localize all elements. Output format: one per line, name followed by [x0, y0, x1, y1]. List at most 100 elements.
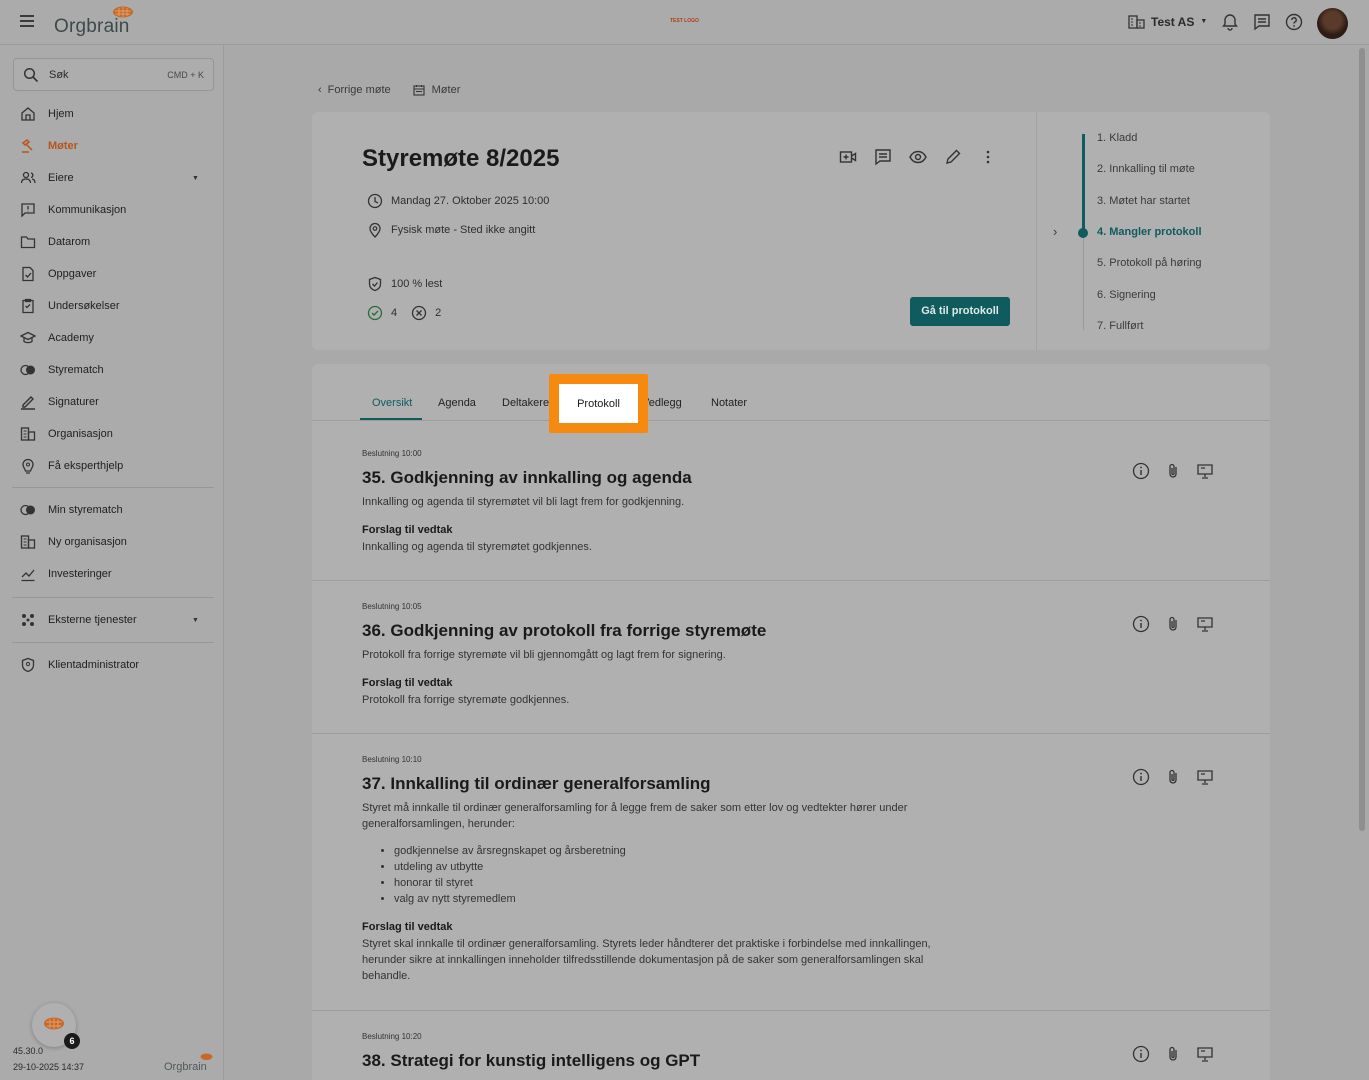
step-innkalling: 2. Innkalling til møte: [1097, 163, 1195, 175]
presentation-icon[interactable]: [1196, 462, 1214, 480]
tab-protokoll[interactable]: Protokoll: [559, 384, 638, 423]
attachment-icon[interactable]: [1164, 768, 1182, 786]
tab-agenda[interactable]: Agenda: [438, 397, 476, 409]
search-box[interactable]: Søk CMD + K: [13, 58, 214, 91]
declined-count: 2: [435, 307, 442, 319]
goto-protocol-button[interactable]: Gå til protokoll: [910, 297, 1010, 326]
search-icon: [23, 67, 39, 83]
nav-item-eksterne-tjenester[interactable]: Eksterne tjenester ▼: [20, 610, 199, 630]
menu-icon[interactable]: [20, 15, 34, 27]
apps-icon: [22, 614, 34, 626]
info-icon[interactable]: [1132, 462, 1150, 480]
attachment-icon[interactable]: [1164, 615, 1182, 633]
step-horing: 5. Protokoll på høring: [1097, 257, 1202, 269]
edit-icon[interactable]: [944, 148, 962, 166]
sidebar-divider: [12, 597, 214, 598]
nav-item-klientadministrator[interactable]: Klientadministrator: [20, 655, 139, 675]
nav-item-undersokelser[interactable]: Undersøkelser: [20, 296, 120, 316]
presentation-icon[interactable]: [1196, 768, 1214, 786]
match-icon: [20, 364, 35, 376]
list-item: valg av nytt styremedlem: [394, 891, 626, 907]
attendance-row: 4 2: [367, 305, 441, 321]
chart-icon: [21, 569, 35, 582]
presentation-icon[interactable]: [1196, 1045, 1214, 1063]
assistant-button[interactable]: 6: [32, 1003, 80, 1049]
orgbrain-logo[interactable]: Orgbrain: [54, 6, 133, 38]
step-mangler-protokoll: 4. Mangler protokoll: [1097, 226, 1202, 238]
nav-item-moter[interactable]: Møter: [20, 136, 78, 156]
help-icon[interactable]: [1285, 13, 1303, 31]
gavel-icon: [21, 139, 33, 153]
eye-icon[interactable]: [909, 148, 927, 166]
info-icon[interactable]: [1132, 615, 1150, 633]
shield-check-icon: [368, 276, 382, 292]
item-title[interactable]: 38. Strategi for kunstig intelligens og …: [362, 1051, 700, 1071]
organization-switcher[interactable]: Test AS ▼: [1128, 14, 1207, 29]
app-version: 45.30.0: [13, 1046, 44, 1056]
item-title[interactable]: 36. Godkjenning av protokoll fra forrige…: [362, 621, 766, 641]
survey-icon: [22, 298, 34, 314]
organization-name: Test AS: [1151, 14, 1195, 29]
progress-line: [1082, 134, 1085, 232]
meetings-link[interactable]: Møter: [432, 84, 461, 96]
nav-item-oppgaver[interactable]: Oppgaver: [20, 264, 96, 284]
chat-icon[interactable]: [1253, 13, 1271, 31]
meeting-actions: [839, 148, 997, 166]
cancel-circle-icon: [411, 305, 427, 321]
breadcrumb: ‹ Forrige møte Møter: [318, 84, 460, 96]
previous-meeting-link[interactable]: Forrige møte: [328, 84, 391, 96]
nav-item-academy[interactable]: Academy: [20, 328, 94, 348]
tab-notater[interactable]: Notater: [711, 397, 747, 409]
nav-item-datarom[interactable]: Datarom: [20, 232, 90, 252]
search-shortcut: CMD + K: [167, 70, 204, 80]
item-description: Protokoll fra forrige styremøte vil bli …: [362, 649, 726, 661]
meeting-title: Styremøte 8/2025: [362, 145, 560, 172]
item-time: Beslutning 10:05: [362, 602, 422, 611]
tab-oversikt[interactable]: Oversikt: [372, 397, 412, 409]
meeting-location-row: Fysisk møte - Sted ikke angitt: [367, 222, 535, 238]
building-icon: [1128, 15, 1145, 29]
tab-deltakere[interactable]: Deltakere: [502, 397, 549, 409]
task-icon: [22, 266, 34, 282]
proposal-label: Forslag til vedtak: [362, 921, 453, 933]
step-signering: 6. Signering: [1097, 289, 1156, 301]
attachment-icon[interactable]: [1164, 1045, 1182, 1063]
item-description: Innkalling og agenda til styremøtet vil …: [362, 496, 685, 508]
nav-item-investeringer[interactable]: Investeringer: [20, 564, 112, 584]
nav-item-hjem[interactable]: Hjem: [20, 104, 74, 124]
nav-item-signaturer[interactable]: Signaturer: [20, 392, 99, 412]
more-vertical-icon[interactable]: [979, 148, 997, 166]
location-pin-icon: [369, 222, 381, 238]
item-actions: [1132, 462, 1214, 480]
nav-item-styrematch[interactable]: Styrematch: [20, 360, 104, 380]
attachment-icon[interactable]: [1164, 462, 1182, 480]
nav-item-kommunikasjon[interactable]: Kommunikasjon: [20, 200, 126, 220]
nav-item-eksperthjelp[interactable]: Få eksperthjelp: [20, 456, 123, 476]
match-icon: [20, 504, 35, 516]
progress-line-remaining: [1083, 232, 1084, 330]
nav-item-ny-organisasjon[interactable]: Ny organisasjon: [20, 532, 127, 552]
step-kladd: 1. Kladd: [1097, 132, 1138, 144]
calendar-icon: [413, 85, 425, 96]
info-icon[interactable]: [1132, 1045, 1150, 1063]
item-title[interactable]: 35. Godkjenning av innkalling og agenda: [362, 468, 692, 488]
bell-icon[interactable]: [1221, 13, 1239, 31]
item-title[interactable]: 37. Innkalling til ordinær generalforsam…: [362, 774, 711, 794]
sidebar: Søk CMD + K Hjem Møter Eiere ▼ Kommunika…: [0, 45, 224, 1080]
item-actions: [1132, 1045, 1214, 1063]
nav-item-organisasjon[interactable]: Organisasjon: [20, 424, 113, 444]
page-scrollbar[interactable]: [1359, 48, 1365, 831]
info-icon[interactable]: [1132, 768, 1150, 786]
chevron-right-icon[interactable]: ›: [1053, 224, 1057, 239]
list-item: honorar til styret: [394, 875, 626, 891]
presentation-icon[interactable]: [1196, 615, 1214, 633]
video-add-icon[interactable]: [839, 148, 857, 166]
expert-icon: [22, 458, 34, 474]
clock-icon: [367, 193, 383, 209]
comment-icon[interactable]: [874, 148, 892, 166]
folder-icon: [20, 236, 36, 249]
user-avatar[interactable]: [1317, 8, 1348, 39]
nav-item-eiere[interactable]: Eiere ▼: [20, 168, 199, 188]
item-time: Beslutning 10:10: [362, 755, 422, 764]
nav-item-min-styrematch[interactable]: Min styrematch: [20, 500, 123, 520]
